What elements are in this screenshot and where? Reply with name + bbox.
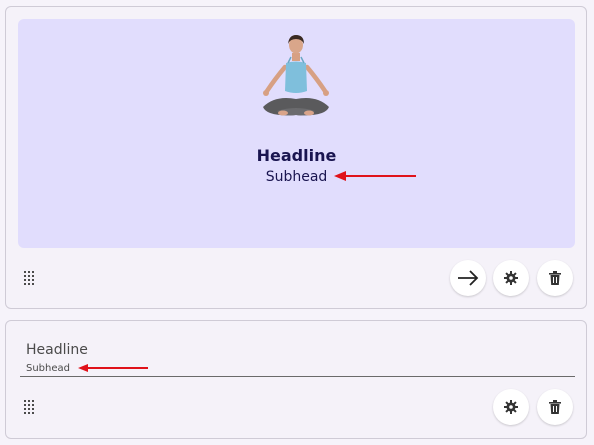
hero-preview: Headline Subhead bbox=[18, 19, 575, 248]
hero-subhead: Subhead bbox=[265, 169, 328, 185]
annotation-arrow-icon bbox=[334, 171, 416, 181]
text-headline: Headline bbox=[26, 342, 88, 358]
hero-card: Headline Subhead bbox=[5, 6, 587, 309]
delete-button[interactable] bbox=[537, 260, 573, 296]
settings-button[interactable] bbox=[493, 389, 529, 425]
settings-button[interactable] bbox=[493, 260, 529, 296]
gear-icon bbox=[504, 400, 518, 414]
text-field[interactable]: Headline Subhead bbox=[20, 339, 575, 377]
trash-icon bbox=[549, 271, 561, 285]
drag-handle-icon[interactable] bbox=[24, 271, 36, 285]
annotation-arrow-icon bbox=[78, 364, 148, 372]
hero-headline: Headline bbox=[256, 146, 337, 165]
delete-button[interactable] bbox=[537, 389, 573, 425]
text-subhead: Subhead bbox=[26, 363, 70, 374]
gear-icon bbox=[504, 271, 518, 285]
meditating-person-image bbox=[263, 35, 329, 116]
trash-icon bbox=[549, 400, 561, 414]
text-card: Headline Subhead bbox=[5, 320, 587, 439]
drag-handle-icon[interactable] bbox=[24, 400, 36, 414]
next-button[interactable] bbox=[450, 260, 486, 296]
arrow-right-icon bbox=[458, 270, 479, 286]
